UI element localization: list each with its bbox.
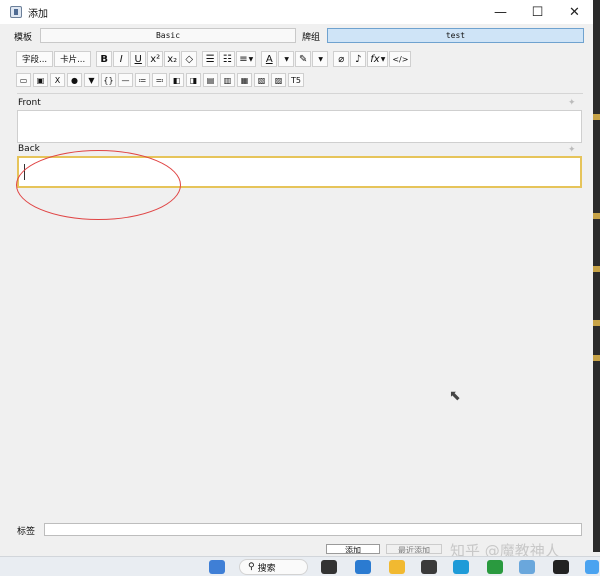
addon-button-16[interactable]: ▨ [271,73,286,87]
function-icon: fx [370,53,380,65]
window-title: 添加 [28,8,48,20]
mathjax-button[interactable]: fx ▼ [367,51,389,67]
addon-button-8[interactable]: ≔ [135,73,150,87]
task-view-icon[interactable] [321,560,337,574]
font-color-button[interactable]: A [261,51,278,67]
highlight-icon[interactable]: ✎ [295,51,312,67]
front-field-editor[interactable] [17,110,582,143]
paperclip-icon[interactable]: ⌀ [333,51,350,67]
store-icon[interactable] [355,560,371,574]
ordered-list-button[interactable]: ☷ [219,51,236,67]
chevron-down-icon: ▼ [380,55,386,63]
notetype-label: 模板 [14,33,33,43]
annotation-ellipse [16,150,181,220]
add-button[interactable]: 添加 [326,544,380,554]
addon-button-6[interactable]: {} [101,73,116,87]
chevron-down-icon: ▼ [248,55,254,63]
addon-button-12[interactable]: ▤ [203,73,218,87]
edge-icon[interactable] [453,560,469,574]
addon-button-1[interactable]: ▭ [16,73,31,87]
addon-button-15[interactable]: ▧ [254,73,269,87]
tags-label: 标签 [17,527,36,537]
subscript-button[interactable]: x₂ [164,51,181,67]
minimize-button[interactable]: — [482,0,519,24]
italic-button[interactable]: I [113,51,130,67]
addon-button-14[interactable]: ▦ [237,73,252,87]
close-button[interactable]: ✕ [556,0,593,24]
deck-selector[interactable]: test [327,28,584,43]
highlight-dropdown[interactable]: ▼ [312,51,329,67]
html-editor-button[interactable]: </> [389,51,412,67]
chrome-icon[interactable] [553,560,569,574]
notetype-deck-row: 模板 Basic 牌组 test [0,27,593,45]
align-dropdown[interactable]: ≡ ▼ [236,51,257,67]
addon-button-4[interactable]: ● [67,73,82,87]
formatting-toolbar: 字段... 卡片... B I U x² x₂ ◇ ☰ ☷ ≡ ▼ A ▼ ✎ ▼… [16,51,412,67]
history-button[interactable]: 最近添加 [386,544,442,554]
notetype-selector[interactable]: Basic [40,28,296,43]
title-bar: 添加 — ☐ ✕ [0,0,593,24]
mouse-pointer-icon: ⬉ [449,388,461,404]
back-field-label: Back [18,144,40,154]
add-note-window: 添加 — ☐ ✕ 模板 Basic 牌组 test 字段... 卡片... B … [0,0,600,576]
addon-button-17[interactable]: T5 [288,73,304,87]
font-color-dropdown[interactable]: ▼ [278,51,295,67]
search-label: 搜索 [257,563,276,574]
addon-button-9[interactable]: ≕ [152,73,167,87]
file-explorer-icon[interactable] [389,560,405,574]
monitor-icon[interactable] [519,560,535,574]
deck-label: 牌组 [302,33,321,43]
front-field-label: Front [18,98,41,108]
chevron-down-icon: ▼ [318,55,324,63]
chevron-down-icon: ▼ [284,55,290,63]
app-icon-blue[interactable] [585,560,599,574]
windows-start-icon[interactable] [209,560,225,574]
app-icon [10,6,22,18]
addon-toolbar: ▭ ▣ ⵝ ● ▼ {} — ≔ ≕ ◧ ◨ ▤ ▥ ▦ ▧ ▨ T5 [16,73,306,87]
pin-icon[interactable]: ✦ [568,145,578,155]
tags-input[interactable] [44,523,582,536]
pin-icon[interactable]: ✦ [568,98,578,108]
maximize-button[interactable]: ☐ [519,0,556,24]
background-window-edge [593,0,600,552]
addon-button-10[interactable]: ◧ [169,73,184,87]
addon-button-5[interactable]: ▼ [84,73,99,87]
addon-button-7[interactable]: — [118,73,133,87]
bold-button[interactable]: B [96,51,113,67]
app-icon-dark[interactable] [421,560,437,574]
taskbar-search[interactable]: ⚲ 搜索 [239,559,308,575]
fields-button[interactable]: 字段... [16,51,54,67]
addon-button-11[interactable]: ◨ [186,73,201,87]
addon-button-13[interactable]: ▥ [220,73,235,87]
xbox-icon[interactable] [487,560,503,574]
microphone-icon[interactable]: ♪ [350,51,367,67]
addon-button-3[interactable]: ⵝ [50,73,65,87]
eraser-icon[interactable]: ◇ [181,51,198,67]
addon-button-2[interactable]: ▣ [33,73,48,87]
search-icon: ⚲ [248,562,255,572]
unordered-list-button[interactable]: ☰ [202,51,219,67]
underline-button[interactable]: U [130,51,147,67]
superscript-button[interactable]: x² [147,51,164,67]
align-icon: ≡ [239,53,248,65]
taskbar: ⚲ 搜索 [0,556,600,576]
cards-button[interactable]: 卡片... [54,51,92,67]
toolbar-divider [17,93,583,94]
